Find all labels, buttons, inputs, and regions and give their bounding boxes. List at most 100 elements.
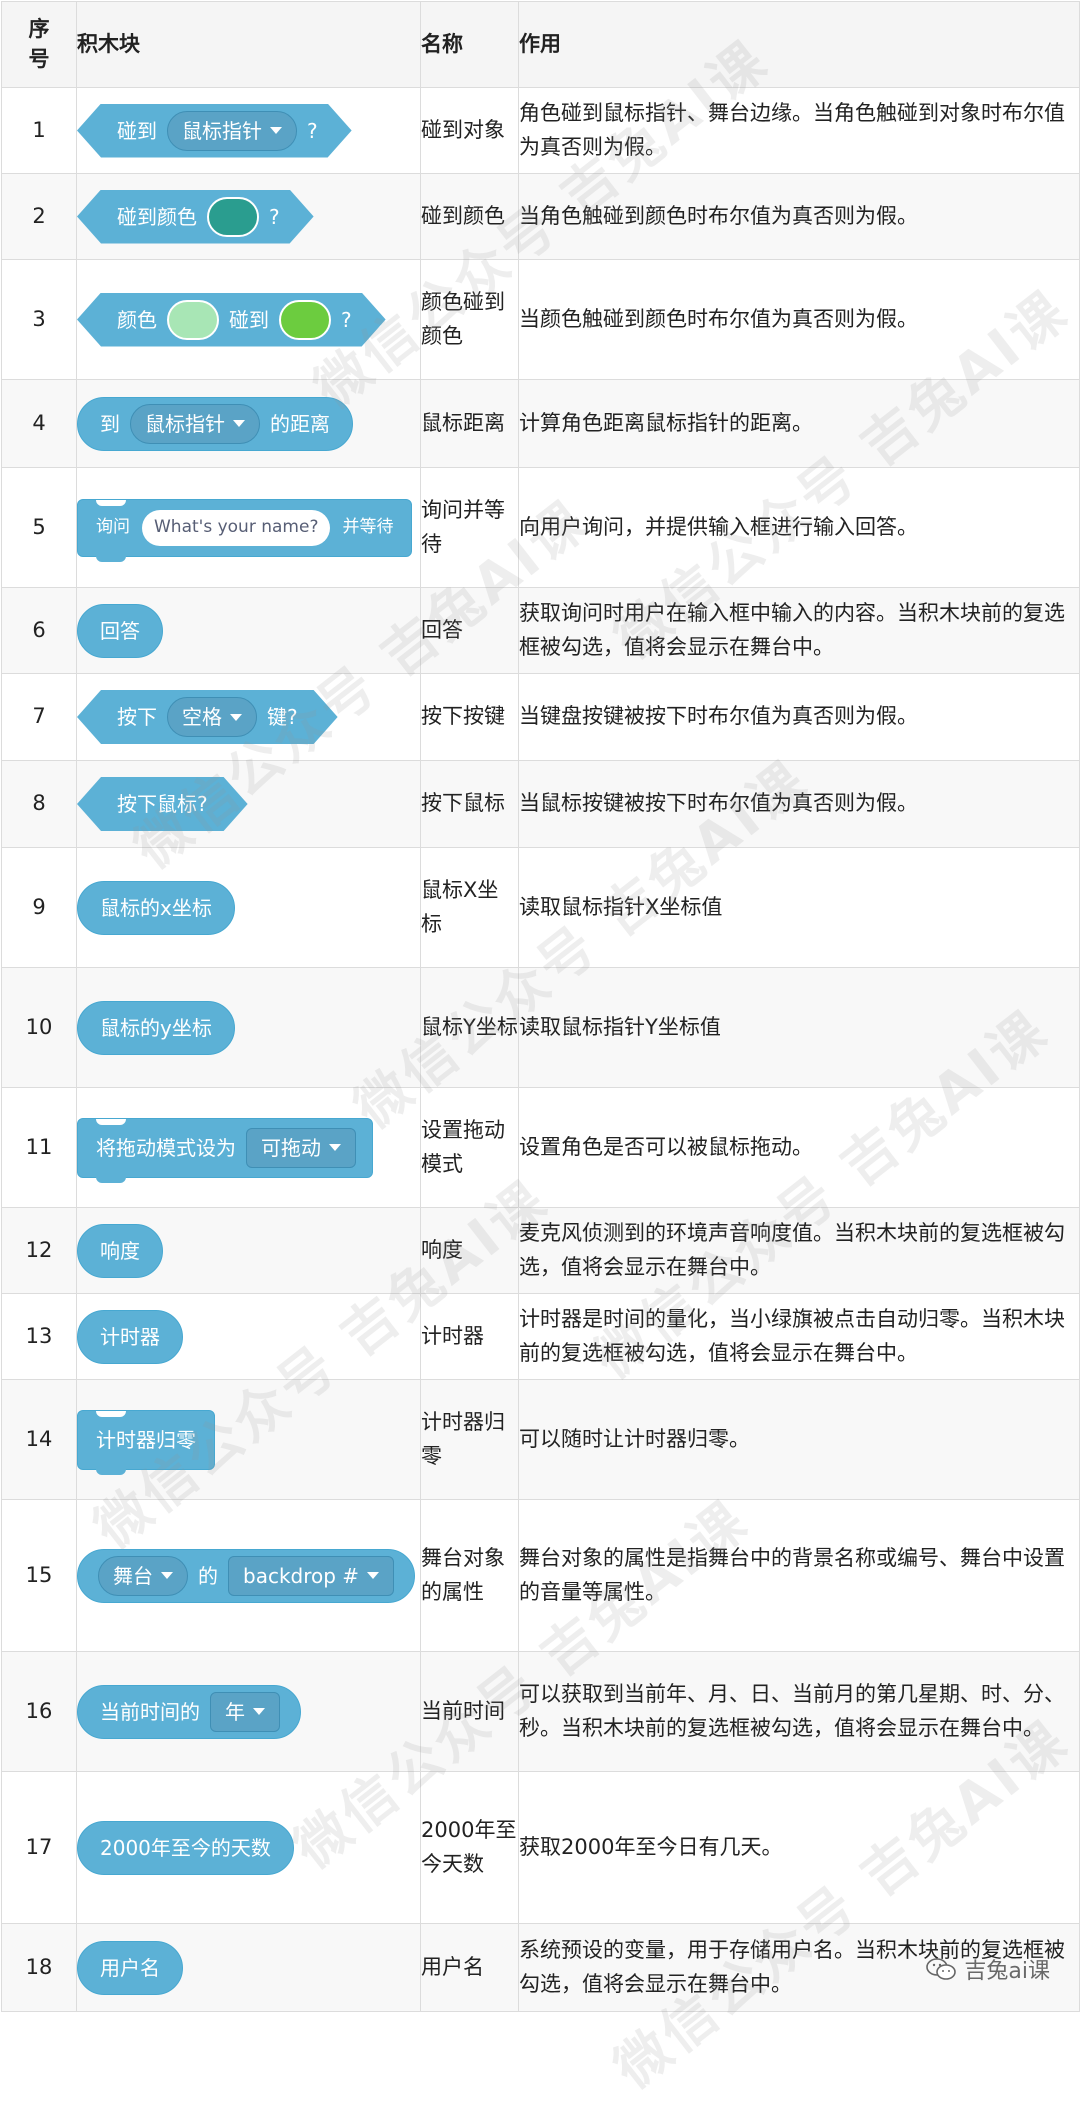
- block-cell: 计时器: [76, 1293, 421, 1380]
- color-touching-color-block[interactable]: 颜色 碰到 ?: [77, 293, 386, 347]
- table-row: 11 将拖动模式设为 可拖动 设置拖动模式 设置角色是否可以被鼠标拖动。: [1, 1087, 1080, 1208]
- current-time-block[interactable]: 当前时间的 年: [77, 1684, 301, 1739]
- block-cell: 舞台 的 backdrop #: [76, 1499, 421, 1652]
- color-swatch[interactable]: [207, 197, 259, 237]
- row-desc: 当鼠标按键被按下时布尔值为真否则为假。: [518, 760, 1080, 848]
- drag-mode-dropdown[interactable]: 可拖动: [246, 1127, 356, 1168]
- block-cell: 鼠标的x坐标: [76, 847, 421, 968]
- block-cell: 鼠标的y坐标: [76, 967, 421, 1088]
- block-cell: 响度: [76, 1207, 421, 1294]
- row-name: 2000年至今天数: [420, 1771, 519, 1924]
- row-index: 1: [1, 87, 77, 174]
- caret-down-icon: [367, 1572, 380, 1579]
- timer-block[interactable]: 计时器: [77, 1309, 183, 1364]
- loudness-block[interactable]: 响度: [77, 1223, 163, 1278]
- block-cell: 当前时间的 年: [76, 1651, 421, 1772]
- table-row: 18 用户名 用户名 系统预设的变量，用于存储用户名。当积木块前的复选框被勾选，…: [1, 1923, 1080, 2012]
- mouse-y-block[interactable]: 鼠标的y坐标: [77, 1000, 235, 1055]
- table-row: 5 询问 What's your name? 并等待 询问并等待 向用户询问，并…: [1, 467, 1080, 588]
- row-name: 鼠标距离: [420, 379, 519, 468]
- table-row: 8 按下鼠标? 按下鼠标 当鼠标按键被按下时布尔值为真否则为假。: [1, 760, 1080, 848]
- caret-down-icon: [270, 127, 282, 134]
- row-desc: 当角色触碰到颜色时布尔值为真否则为假。: [518, 173, 1080, 260]
- row-desc: 向用户询问，并提供输入框进行输入回答。: [518, 467, 1080, 588]
- table-row: 6 回答 回答 获取询问时用户在输入框中输入的内容。当积木块前的复选框被勾选，值…: [1, 587, 1080, 674]
- row-index: 4: [1, 379, 77, 468]
- block-cell: 回答: [76, 587, 421, 674]
- caret-down-icon: [329, 1144, 341, 1151]
- table-row: 15 舞台 的 backdrop # 舞台对象的属性 舞台对象的属性是指舞台中的…: [1, 1499, 1080, 1652]
- key-pressed-block[interactable]: 按下 空格 键?: [77, 690, 338, 744]
- row-index: 12: [1, 1207, 77, 1294]
- target-dropdown[interactable]: 鼠标指针: [130, 403, 260, 444]
- row-name: 按下鼠标: [420, 760, 519, 848]
- row-index: 17: [1, 1771, 77, 1924]
- ask-and-wait-block[interactable]: 询问 What's your name? 并等待: [77, 498, 413, 562]
- brand-label: 吉兔ai课: [964, 1959, 1050, 1984]
- block-cell: 2000年至今的天数: [76, 1771, 421, 1924]
- row-desc: 获取询问时用户在输入框中输入的内容。当积木块前的复选框被勾选，值将会显示在舞台中…: [518, 587, 1080, 674]
- block-cell: 计时器归零: [76, 1379, 421, 1500]
- table-row: 17 2000年至今的天数 2000年至今天数 获取2000年至今日有几天。: [1, 1771, 1080, 1924]
- object-dropdown[interactable]: 鼠标指针: [167, 111, 297, 151]
- row-name: 当前时间: [420, 1651, 519, 1772]
- color-swatch[interactable]: [167, 300, 219, 340]
- days-since-2000-block[interactable]: 2000年至今的天数: [77, 1820, 294, 1875]
- set-drag-mode-block[interactable]: 将拖动模式设为 可拖动: [77, 1117, 373, 1183]
- row-desc: 当颜色触碰到颜色时布尔值为真否则为假。: [518, 259, 1080, 380]
- block-cell: 将拖动模式设为 可拖动: [76, 1087, 421, 1208]
- stage-dropdown[interactable]: 舞台: [98, 1555, 188, 1596]
- row-name: 颜色碰到颜色: [420, 259, 519, 380]
- row-desc: 当键盘按键被按下时布尔值为真否则为假。: [518, 673, 1080, 761]
- touching-object-block[interactable]: 碰到 鼠标指针 ?: [77, 104, 352, 158]
- row-index: 9: [1, 847, 77, 968]
- row-desc: 获取2000年至今日有几天。: [518, 1771, 1080, 1924]
- table-row: 3 颜色 碰到 ? 颜色碰到颜色 当颜色触碰到颜色时布尔值为真否则为假。: [1, 259, 1080, 380]
- wechat-icon: [926, 1958, 957, 1980]
- row-index: 10: [1, 967, 77, 1088]
- table-row: 14 计时器归零 计时器归零 可以随时让计时器归零。: [1, 1379, 1080, 1500]
- stage-property-block[interactable]: 舞台 的 backdrop #: [77, 1548, 416, 1603]
- table-row: 12 响度 响度 麦克风侦测到的环境声音响度值。当积木块前的复选框被勾选，值将会…: [1, 1207, 1080, 1294]
- row-name: 计时器归零: [420, 1379, 519, 1500]
- row-name: 舞台对象的属性: [420, 1499, 519, 1652]
- reset-timer-block[interactable]: 计时器归零: [77, 1409, 215, 1475]
- caret-down-icon: [253, 1708, 265, 1715]
- row-index: 8: [1, 760, 77, 848]
- row-desc: 设置角色是否可以被鼠标拖动。: [518, 1087, 1080, 1208]
- header-block: 积木块: [76, 1, 421, 88]
- table-row: 7 按下 空格 键? 按下按键 当键盘按键被按下时布尔值为真否则为假。: [1, 673, 1080, 761]
- username-block[interactable]: 用户名: [77, 1940, 183, 1995]
- brand-footer: 吉兔ai课: [926, 1953, 1050, 1985]
- row-index: 11: [1, 1087, 77, 1208]
- header-name: 名称: [420, 1, 519, 88]
- header-index: 序号: [1, 1, 77, 88]
- property-dropdown[interactable]: backdrop #: [228, 1555, 395, 1596]
- answer-block[interactable]: 回答: [77, 603, 163, 658]
- row-desc: 计时器是时间的量化，当小绿旗被点击自动归零。当积木块前的复选框被勾选，值将会显示…: [518, 1293, 1080, 1380]
- row-index: 14: [1, 1379, 77, 1500]
- table-row: 16 当前时间的 年 当前时间 可以获取到当前年、月、日、当前月的第几星期、时、…: [1, 1651, 1080, 1772]
- color-swatch[interactable]: [279, 300, 331, 340]
- distance-to-block[interactable]: 到 鼠标指针 的距离: [77, 396, 353, 451]
- key-dropdown[interactable]: 空格: [167, 697, 257, 737]
- row-index: 15: [1, 1499, 77, 1652]
- mouse-down-block[interactable]: 按下鼠标?: [77, 777, 248, 831]
- header-desc: 作用: [518, 1, 1080, 88]
- header-row: 序号 积木块 名称 作用: [1, 1, 1080, 88]
- row-desc: 读取鼠标指针X坐标值: [518, 847, 1080, 968]
- time-unit-dropdown[interactable]: 年: [210, 1691, 280, 1732]
- caret-down-icon: [233, 420, 245, 427]
- row-name: 按下按键: [420, 673, 519, 761]
- caret-down-icon: [230, 714, 242, 721]
- mouse-x-block[interactable]: 鼠标的x坐标: [77, 880, 235, 935]
- row-name: 询问并等待: [420, 467, 519, 588]
- row-name: 碰到对象: [420, 87, 519, 174]
- row-index: 3: [1, 259, 77, 380]
- touching-color-block[interactable]: 碰到颜色 ?: [77, 190, 314, 244]
- block-cell: 碰到 鼠标指针 ?: [76, 87, 421, 174]
- row-desc: 读取鼠标指针Y坐标值: [518, 967, 1080, 1088]
- question-input[interactable]: What's your name?: [142, 509, 331, 546]
- row-desc: 麦克风侦测到的环境声音响度值。当积木块前的复选框被勾选，值将会显示在舞台中。: [518, 1207, 1080, 1294]
- block-cell: 颜色 碰到 ?: [76, 259, 421, 380]
